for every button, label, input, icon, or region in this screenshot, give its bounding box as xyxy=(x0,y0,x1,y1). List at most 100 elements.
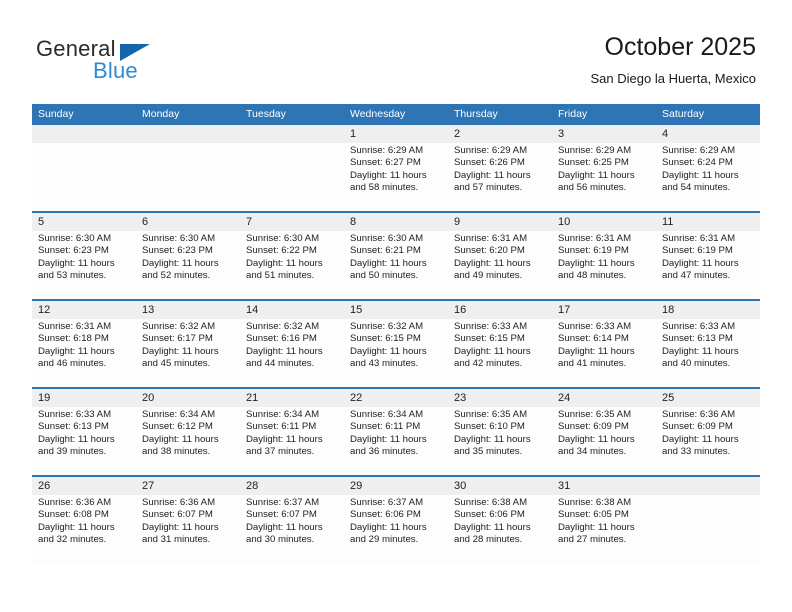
day-number[interactable]: 21 xyxy=(240,389,344,407)
page-header: General Blue October 2025 San Diego la H… xyxy=(0,0,792,104)
day-number[interactable]: 1 xyxy=(344,125,448,143)
day-sunset-text: Sunset: 6:21 PM xyxy=(350,245,421,257)
day-daylight-text: Daylight: 11 hours xyxy=(454,345,531,357)
day-cell[interactable]: Sunrise: 6:37 AM Sunset: 6:06 PM Daylight:… xyxy=(344,495,448,563)
day-cell[interactable]: Sunrise: 6:33 AM Sunset: 6:13 PM Daylight:… xyxy=(656,319,760,387)
day-daylight-text: and 46 minutes. xyxy=(38,358,107,370)
day-number[interactable]: 25 xyxy=(656,389,760,407)
day-cell[interactable]: Sunrise: 6:36 AM Sunset: 6:09 PM Daylight:… xyxy=(656,407,760,475)
title-block: October 2025 San Diego la Huerta, Mexico xyxy=(591,32,756,87)
day-cell[interactable]: Sunrise: 6:35 AM Sunset: 6:10 PM Daylight:… xyxy=(448,407,552,475)
day-sunset-text: Sunset: 6:22 PM xyxy=(246,245,317,257)
day-cell[interactable]: Sunrise: 6:37 AM Sunset: 6:07 PM Daylight:… xyxy=(240,495,344,563)
day-number[interactable]: 8 xyxy=(344,213,448,231)
day-cell[interactable]: Sunrise: 6:38 AM Sunset: 6:05 PM Daylight:… xyxy=(552,495,656,563)
day-cell[interactable]: Sunrise: 6:32 AM Sunset: 6:17 PM Daylight:… xyxy=(136,319,240,387)
day-sunset-text: Sunset: 6:16 PM xyxy=(246,333,317,345)
day-sunset-text: Sunset: 6:26 PM xyxy=(454,157,525,169)
day-cell[interactable]: Sunrise: 6:30 AM Sunset: 6:23 PM Daylight:… xyxy=(136,231,240,299)
day-cell[interactable]: Sunrise: 6:36 AM Sunset: 6:07 PM Daylight:… xyxy=(136,495,240,563)
day-number[interactable]: 12 xyxy=(32,301,136,319)
day-number[interactable]: 18 xyxy=(656,301,760,319)
day-number[interactable]: 27 xyxy=(136,477,240,495)
day-daylight-text: Daylight: 11 hours xyxy=(350,521,427,533)
day-number[interactable]: 16 xyxy=(448,301,552,319)
day-number[interactable]: 22 xyxy=(344,389,448,407)
day-daylight-text: and 31 minutes. xyxy=(142,534,211,546)
day-cell[interactable]: Sunrise: 6:38 AM Sunset: 6:06 PM Daylight:… xyxy=(448,495,552,563)
day-number[interactable]: 24 xyxy=(552,389,656,407)
day-cell[interactable]: Sunrise: 6:33 AM Sunset: 6:15 PM Daylight:… xyxy=(448,319,552,387)
day-number[interactable]: 19 xyxy=(32,389,136,407)
day-cell[interactable]: Sunrise: 6:31 AM Sunset: 6:18 PM Daylight:… xyxy=(32,319,136,387)
day-daylight-text: and 47 minutes. xyxy=(662,270,731,282)
calendar-week-row: 26 27 28 29 30 31 Sunrise: 6:36 AM Sunset: 6:08… xyxy=(32,475,760,563)
day-sunrise-text: Sunrise: 6:38 AM xyxy=(558,497,632,508)
day-cell[interactable]: Sunrise: 6:33 AM Sunset: 6:14 PM Daylight:… xyxy=(552,319,656,387)
day-number[interactable]: 7 xyxy=(240,213,344,231)
day-daylight-text: and 58 minutes. xyxy=(350,182,419,194)
day-daylight-text: and 37 minutes. xyxy=(246,446,315,458)
day-cell[interactable]: Sunrise: 6:34 AM Sunset: 6:12 PM Daylight:… xyxy=(136,407,240,475)
day-cell[interactable]: Sunrise: 6:31 AM Sunset: 6:19 PM Daylight:… xyxy=(656,231,760,299)
day-number[interactable]: 26 xyxy=(32,477,136,495)
day-number[interactable]: 11 xyxy=(656,213,760,231)
day-number[interactable]: 10 xyxy=(552,213,656,231)
day-number[interactable]: 28 xyxy=(240,477,344,495)
week-date-band: 19 20 21 22 23 24 25 xyxy=(32,389,760,407)
day-number[interactable]: 31 xyxy=(552,477,656,495)
day-daylight-text: and 30 minutes. xyxy=(246,534,315,546)
day-sunrise-text: Sunrise: 6:31 AM xyxy=(454,233,528,244)
day-daylight-text: and 34 minutes. xyxy=(558,446,627,458)
day-daylight-text: Daylight: 11 hours xyxy=(246,521,323,533)
day-number[interactable]: 17 xyxy=(552,301,656,319)
day-cell[interactable]: Sunrise: 6:31 AM Sunset: 6:19 PM Daylight:… xyxy=(552,231,656,299)
day-number[interactable]: 6 xyxy=(136,213,240,231)
day-number[interactable]: 13 xyxy=(136,301,240,319)
day-sunset-text: Sunset: 6:06 PM xyxy=(454,509,525,521)
day-number[interactable]: 23 xyxy=(448,389,552,407)
day-daylight-text: Daylight: 11 hours xyxy=(142,345,219,357)
day-number[interactable]: 5 xyxy=(32,213,136,231)
day-number[interactable]: 14 xyxy=(240,301,344,319)
day-cell-empty xyxy=(136,143,240,211)
day-cell[interactable]: Sunrise: 6:33 AM Sunset: 6:13 PM Daylight:… xyxy=(32,407,136,475)
day-cell[interactable]: Sunrise: 6:36 AM Sunset: 6:08 PM Daylight:… xyxy=(32,495,136,563)
day-number[interactable]: 9 xyxy=(448,213,552,231)
day-number[interactable]: 4 xyxy=(656,125,760,143)
day-number[interactable]: 30 xyxy=(448,477,552,495)
day-cell[interactable]: Sunrise: 6:29 AM Sunset: 6:24 PM Daylight:… xyxy=(656,143,760,211)
day-cell[interactable]: Sunrise: 6:34 AM Sunset: 6:11 PM Daylight:… xyxy=(344,407,448,475)
day-cell[interactable]: Sunrise: 6:30 AM Sunset: 6:23 PM Daylight:… xyxy=(32,231,136,299)
day-cell[interactable]: Sunrise: 6:35 AM Sunset: 6:09 PM Daylight:… xyxy=(552,407,656,475)
week-detail-band: Sunrise: 6:33 AM Sunset: 6:13 PM Daylight:… xyxy=(32,407,760,475)
day-cell[interactable]: Sunrise: 6:34 AM Sunset: 6:11 PM Daylight:… xyxy=(240,407,344,475)
day-sunset-text: Sunset: 6:12 PM xyxy=(142,421,213,433)
day-daylight-text: Daylight: 11 hours xyxy=(350,433,427,445)
day-daylight-text: and 50 minutes. xyxy=(350,270,419,282)
weekday-header-wednesday: Wednesday xyxy=(350,108,406,120)
day-cell[interactable]: Sunrise: 6:30 AM Sunset: 6:21 PM Daylight:… xyxy=(344,231,448,299)
day-cell[interactable]: Sunrise: 6:31 AM Sunset: 6:20 PM Daylight:… xyxy=(448,231,552,299)
day-cell[interactable]: Sunrise: 6:29 AM Sunset: 6:26 PM Daylight:… xyxy=(448,143,552,211)
day-cell[interactable]: Sunrise: 6:29 AM Sunset: 6:25 PM Daylight:… xyxy=(552,143,656,211)
day-daylight-text: Daylight: 11 hours xyxy=(558,345,635,357)
day-daylight-text: Daylight: 11 hours xyxy=(38,433,115,445)
day-number[interactable]: 15 xyxy=(344,301,448,319)
day-cell[interactable]: Sunrise: 6:29 AM Sunset: 6:27 PM Daylight:… xyxy=(344,143,448,211)
day-number[interactable]: 3 xyxy=(552,125,656,143)
day-sunset-text: Sunset: 6:18 PM xyxy=(38,333,109,345)
day-sunset-text: Sunset: 6:27 PM xyxy=(350,157,421,169)
day-number[interactable]: 2 xyxy=(448,125,552,143)
day-cell[interactable]: Sunrise: 6:30 AM Sunset: 6:22 PM Daylight:… xyxy=(240,231,344,299)
weekday-header-row: Sunday Monday Tuesday Wednesday Thursday Frid… xyxy=(32,104,760,125)
day-cell[interactable]: Sunrise: 6:32 AM Sunset: 6:16 PM Daylight:… xyxy=(240,319,344,387)
day-daylight-text: and 36 minutes. xyxy=(350,446,419,458)
day-daylight-text: and 39 minutes. xyxy=(38,446,107,458)
day-sunset-text: Sunset: 6:11 PM xyxy=(246,421,317,433)
day-number[interactable]: 29 xyxy=(344,477,448,495)
day-number[interactable]: 20 xyxy=(136,389,240,407)
day-cell[interactable]: Sunrise: 6:32 AM Sunset: 6:15 PM Daylight:… xyxy=(344,319,448,387)
brand-logo[interactable]: General Blue xyxy=(36,36,236,86)
day-daylight-text: and 35 minutes. xyxy=(454,446,523,458)
